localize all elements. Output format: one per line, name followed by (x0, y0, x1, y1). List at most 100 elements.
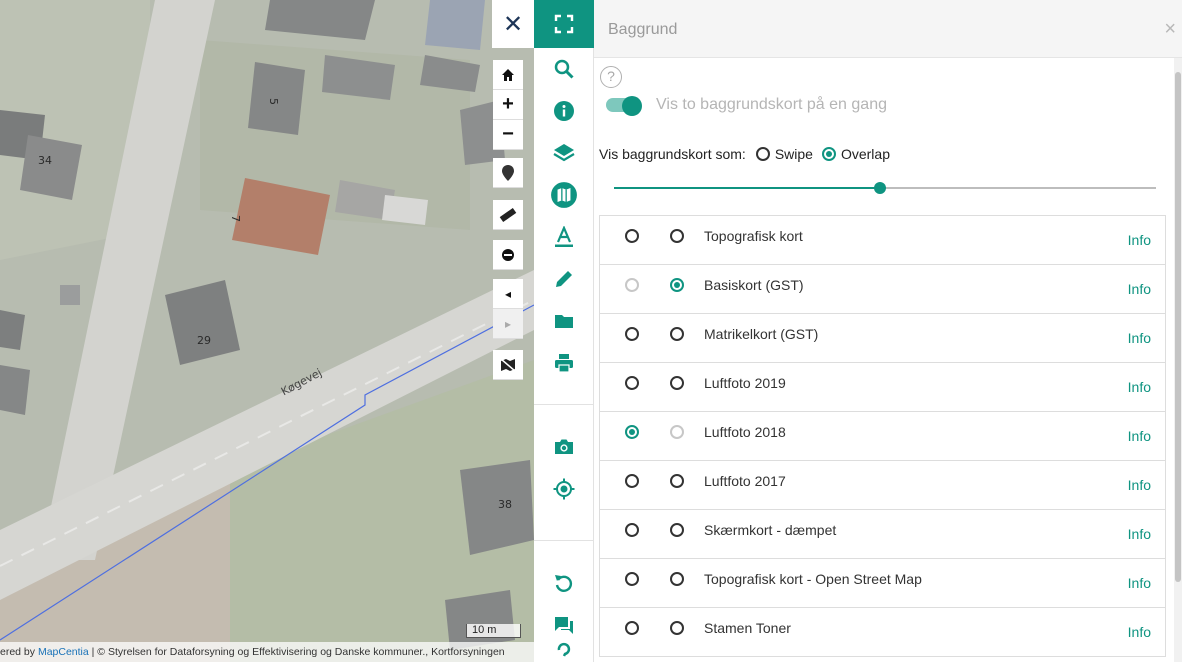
basemap-info-link[interactable]: Info (1128, 281, 1151, 297)
second-basemap-radio[interactable] (670, 425, 684, 439)
display-mode-row: Vis baggrundskort som: Swipe Overlap (599, 146, 890, 162)
chat-tool[interactable] (534, 604, 594, 646)
camera-icon (555, 439, 573, 454)
basemap-name: Topografisk kort (704, 228, 803, 244)
search-tool[interactable] (534, 48, 594, 90)
draw-tool[interactable] (534, 258, 594, 300)
second-basemap-radio[interactable] (670, 278, 684, 292)
scrollbar-thumb[interactable] (1175, 72, 1181, 582)
dual-basemap-toggle[interactable] (606, 96, 642, 116)
basemap-name: Matrikelkort (GST) (704, 326, 819, 342)
close-panel-button[interactable]: ✕ (492, 0, 534, 48)
fullscreen-button[interactable] (534, 0, 594, 48)
swipe-radio[interactable] (755, 147, 770, 161)
mode-overlap-option[interactable]: Overlap (821, 146, 890, 162)
house-number: 29 (197, 334, 211, 347)
second-basemap-radio[interactable] (670, 474, 684, 488)
map-off-icon (500, 357, 516, 372)
basemap-tool[interactable] (534, 174, 594, 216)
basemap-info-link[interactable]: Info (1128, 575, 1151, 591)
measure-button[interactable] (493, 200, 523, 230)
basemap-row[interactable]: Luftfoto 2017 Info (600, 461, 1165, 510)
mapcentia-link[interactable]: MapCentia (38, 646, 89, 658)
basemap-info-link[interactable]: Info (1128, 330, 1151, 346)
locate-tool[interactable] (534, 468, 594, 510)
basemap-row[interactable]: Topografisk kort Info (600, 216, 1165, 265)
map-view[interactable]: Køgevej 34 5 7 29 38 ✕ + − ◂ ▸ 10 m ered… (0, 0, 534, 662)
home-icon (502, 68, 514, 81)
basemap-row[interactable]: Basiskort (GST) Info (600, 265, 1165, 314)
panel-close-icon[interactable]: × (1164, 18, 1176, 41)
overlap-radio[interactable] (821, 147, 836, 161)
basemap-info-link[interactable]: Info (1128, 379, 1151, 395)
basemap-info-link[interactable]: Info (1128, 624, 1151, 640)
fullscreen-icon (554, 14, 574, 34)
layers-tool[interactable] (534, 132, 594, 174)
slider-thumb[interactable] (873, 182, 886, 194)
scale-bar: 10 m (466, 624, 521, 638)
toolbar-divider (534, 404, 594, 405)
basemap-row[interactable]: Topografisk kort - Open Street Map Info (600, 559, 1165, 608)
second-basemap-radio[interactable] (670, 229, 684, 243)
first-basemap-radio[interactable] (625, 376, 639, 390)
basemap-row[interactable]: Skærmkort - dæmpet Info (600, 510, 1165, 559)
second-basemap-radio[interactable] (670, 621, 684, 635)
second-basemap-radio[interactable] (670, 376, 684, 390)
toggle-overview-button[interactable] (493, 350, 523, 380)
folder-tool[interactable] (534, 300, 594, 342)
first-basemap-radio[interactable] (625, 572, 639, 586)
basemap-info-link[interactable]: Info (1128, 232, 1151, 248)
zoom-out-button[interactable]: − (493, 120, 523, 150)
layers-icon (553, 144, 575, 162)
home-button[interactable] (493, 60, 523, 90)
next-extent-button[interactable]: ▸ (493, 309, 523, 339)
second-basemap-radio[interactable] (670, 327, 684, 341)
first-basemap-radio[interactable] (625, 523, 639, 537)
first-basemap-radio[interactable] (625, 278, 639, 292)
zoom-in-button[interactable]: + (493, 90, 523, 120)
attribution-text: | © Styrelsen for Dataforsyning og Effek… (88, 646, 505, 658)
plus-icon: + (502, 93, 514, 115)
print-tool[interactable] (534, 342, 594, 384)
basemap-row[interactable]: Luftfoto 2018 Info (600, 412, 1165, 461)
basemap-row[interactable]: Matrikelkort (GST) Info (600, 314, 1165, 363)
mode-swipe-option[interactable]: Swipe (755, 146, 813, 162)
basemap-row[interactable]: Luftfoto 2019 Info (600, 363, 1165, 412)
opacity-slider[interactable] (614, 181, 1156, 195)
text-tool[interactable] (534, 216, 594, 258)
reset-tool[interactable] (534, 562, 594, 604)
basemap-info-link[interactable]: Info (1128, 526, 1151, 542)
marker-button[interactable] (493, 158, 523, 188)
house-number: 38 (498, 498, 512, 511)
first-basemap-radio[interactable] (625, 229, 639, 243)
basemap-name: Stamen Toner (704, 620, 791, 636)
display-mode-label: Vis baggrundskort som: (599, 146, 746, 162)
attribution-prefix: ered by (0, 646, 38, 658)
panel-header: Baggrund × (594, 0, 1182, 58)
second-basemap-radio[interactable] (670, 523, 684, 537)
tool-sidebar (534, 0, 594, 662)
first-basemap-radio[interactable] (625, 621, 639, 635)
pencil-icon (556, 271, 572, 287)
basemap-name: Luftfoto 2017 (704, 473, 786, 489)
first-basemap-radio[interactable] (625, 425, 639, 439)
clear-button[interactable] (493, 240, 523, 270)
screenshot-tool[interactable] (534, 426, 594, 468)
basemap-list: Topografisk kort Info Basiskort (GST) Info M… (599, 215, 1166, 657)
first-basemap-radio[interactable] (625, 474, 639, 488)
overlap-label: Overlap (840, 146, 890, 162)
info-tool[interactable] (534, 90, 594, 132)
more-tool[interactable] (534, 642, 594, 662)
panel-title: Baggrund (608, 21, 678, 38)
map-marker-icon (502, 164, 514, 181)
question-icon[interactable]: ? (600, 66, 622, 88)
basemap-row[interactable]: Stamen Toner Info (600, 608, 1165, 657)
basemap-info-link[interactable]: Info (1128, 428, 1151, 444)
previous-extent-button[interactable]: ◂ (493, 279, 523, 309)
basemap-info-link[interactable]: Info (1128, 477, 1151, 493)
second-basemap-radio[interactable] (670, 572, 684, 586)
minus-icon: − (502, 123, 514, 145)
folder-icon (555, 315, 573, 328)
first-basemap-radio[interactable] (625, 327, 639, 341)
chevron-right-icon: ▸ (504, 316, 512, 331)
